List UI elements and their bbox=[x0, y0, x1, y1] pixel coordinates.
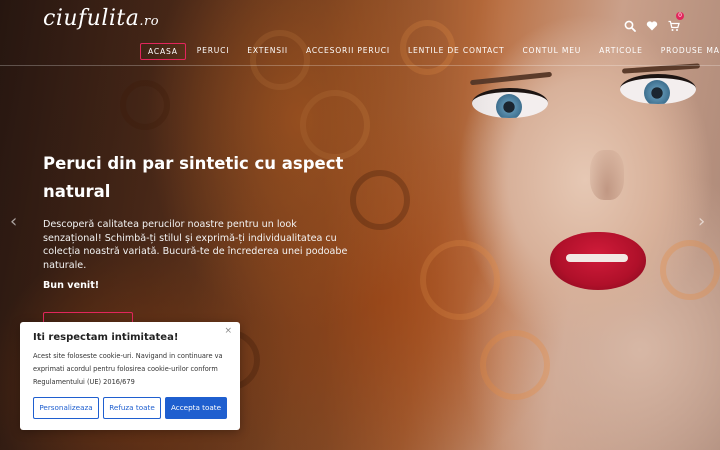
nav-item-acasa[interactable]: ACASA bbox=[140, 43, 186, 60]
reject-all-button[interactable]: Refuza toate bbox=[103, 397, 161, 419]
hero-description: Descoperă calitatea perucilor noastre pe… bbox=[43, 219, 348, 271]
nav-divider bbox=[0, 65, 720, 66]
nav-item-peruci[interactable]: PERUCI bbox=[190, 43, 237, 60]
hero-title: Peruci din par sintetic cu aspect natura… bbox=[43, 154, 344, 201]
nav-item-lentile-de-contact[interactable]: LENTILE DE CONTACT bbox=[401, 43, 512, 60]
cookie-consent-dialog: Iti respectam intimitatea! × Acest site … bbox=[20, 322, 240, 430]
cart-count-badge: 0 bbox=[676, 12, 684, 20]
customize-button[interactable]: Personalizeaza bbox=[33, 397, 99, 419]
nav-item-accesorii-peruci[interactable]: ACCESORII PERUCI bbox=[299, 43, 397, 60]
cookie-title: Iti respectam intimitatea! bbox=[33, 332, 179, 343]
site-logo[interactable]: ciufulita.ro bbox=[43, 6, 159, 31]
cart-icon[interactable]: 0 bbox=[668, 12, 684, 31]
main-nav: ACASA PERUCI EXTENSII ACCESORII PERUCI L… bbox=[140, 43, 720, 60]
nav-item-extensii[interactable]: EXTENSII bbox=[240, 43, 295, 60]
nav-item-articole[interactable]: ARTICOLE bbox=[592, 43, 650, 60]
nav-item-produse-make-up[interactable]: PRODUSE MAKE-UP bbox=[654, 43, 720, 60]
accept-all-button[interactable]: Accepta toate bbox=[165, 397, 227, 419]
slider-prev-arrow[interactable]: ‹ bbox=[10, 211, 17, 232]
cookie-text: Acest site foloseste cookie-uri. Navigan… bbox=[33, 352, 223, 386]
heart-icon[interactable] bbox=[646, 17, 658, 31]
logo-tld: .ro bbox=[139, 14, 160, 29]
search-icon[interactable] bbox=[624, 17, 636, 32]
logo-main: ciufulita bbox=[43, 6, 140, 31]
close-icon[interactable]: × bbox=[224, 326, 232, 336]
slider-next-arrow[interactable]: › bbox=[698, 211, 705, 232]
cookie-buttons: Personalizeaza Refuza toate Accepta toat… bbox=[33, 397, 227, 419]
hero-welcome: Bun venit! bbox=[43, 280, 100, 291]
header-icons: 0 bbox=[624, 12, 684, 32]
nav-item-contul-meu[interactable]: CONTUL MEU bbox=[515, 43, 588, 60]
